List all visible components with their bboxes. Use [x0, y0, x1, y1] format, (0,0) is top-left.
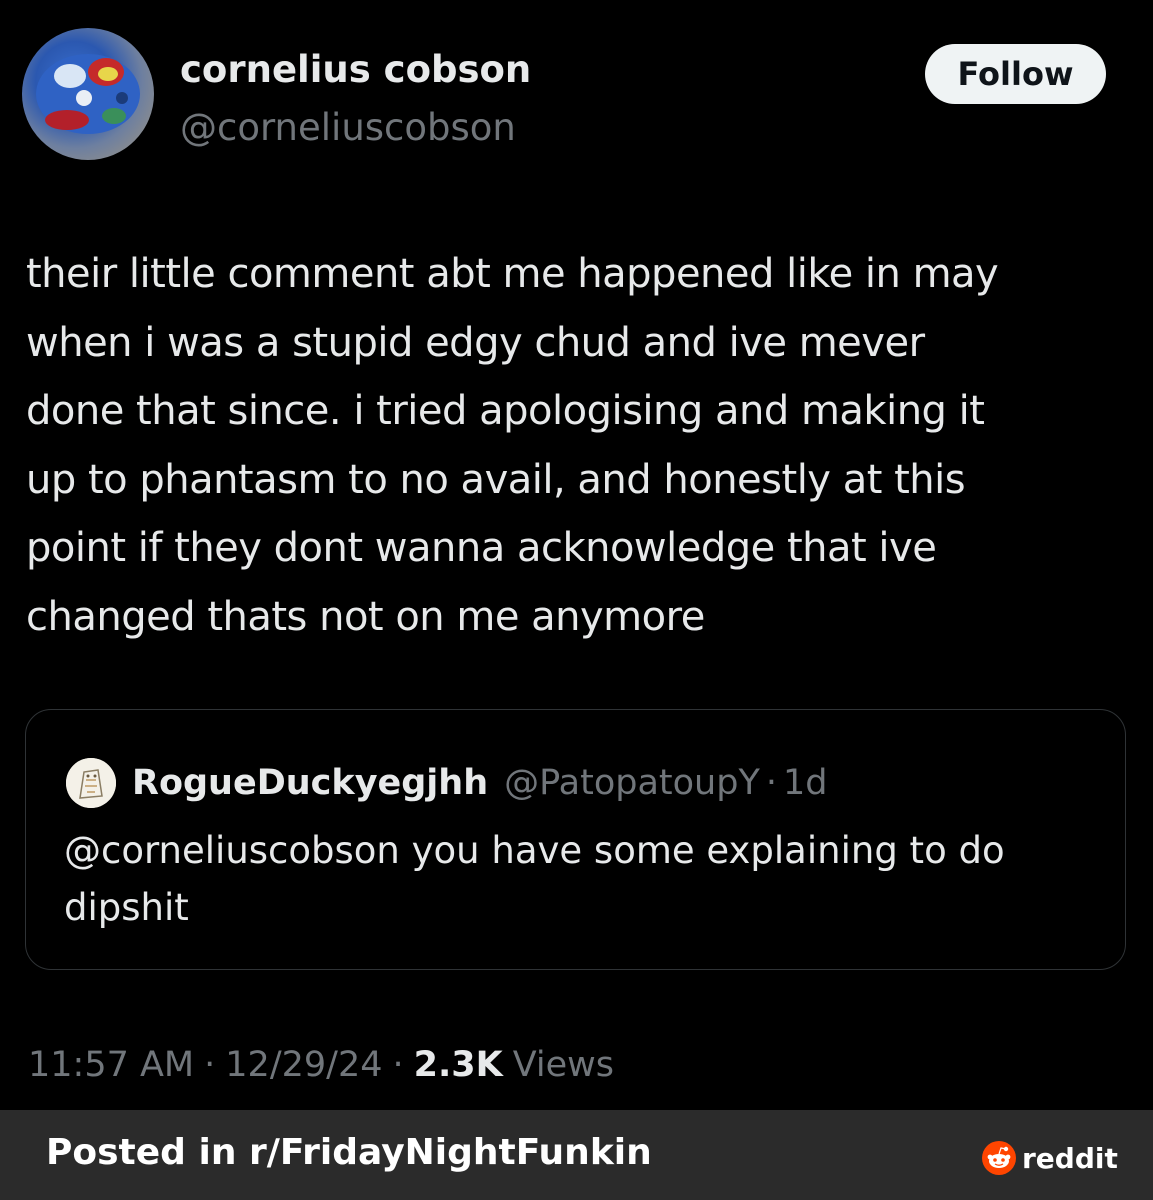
- quote-display-name[interactable]: RogueDuckyegjhh: [132, 763, 488, 803]
- tweet-date[interactable]: 12/29/24: [225, 1045, 382, 1085]
- tweet-card: cornelius cobson @corneliuscobson Follow…: [0, 0, 1153, 1110]
- tweet-meta: 11:57 AM · 12/29/24 · 2.3K Views: [28, 1040, 614, 1090]
- tweet-body-line: done that since. i tried apologising and…: [26, 388, 985, 434]
- reddit-wordmark: reddit: [1022, 1141, 1118, 1175]
- follow-button[interactable]: Follow: [925, 44, 1106, 104]
- quote-header: RogueDuckyegjhh @PatopatoupY · 1d: [132, 758, 827, 808]
- views-label: Views: [512, 1045, 615, 1085]
- tweet-body-line: when i was a stupid edgy chud and ive me…: [26, 319, 925, 366]
- quote-avatar-image: [66, 758, 116, 808]
- display-name[interactable]: cornelius cobson: [180, 48, 531, 91]
- quote-separator: ·: [765, 763, 777, 803]
- reddit-logo-icon: [982, 1141, 1016, 1175]
- avatar[interactable]: [22, 28, 154, 160]
- meta-separator: ·: [392, 1045, 404, 1085]
- tweet-body-line: changed thats not on me anymore: [26, 593, 705, 640]
- quote-handle[interactable]: @PatopatoupY: [504, 763, 760, 803]
- posted-in-label: Posted in r/FridayNightFunkin: [46, 1132, 652, 1173]
- reddit-footer-bar: Posted in r/FridayNightFunkin reddit: [0, 1110, 1153, 1200]
- quote-body: @corneliuscobson you have some explainin…: [64, 822, 1104, 936]
- tweet-body-line: up to phantasm to no avail, and honestly…: [26, 456, 966, 503]
- quote-body-line: dipshit: [64, 886, 189, 929]
- tweet-body: their little comment abt me happened lik…: [26, 240, 1126, 651]
- views-count: 2.3K: [413, 1045, 503, 1085]
- quote-timestamp[interactable]: 1d: [783, 763, 828, 803]
- user-handle[interactable]: @corneliuscobson: [180, 106, 516, 149]
- tweet-time[interactable]: 11:57 AM: [28, 1045, 194, 1085]
- quoted-tweet[interactable]: RogueDuckyegjhh @PatopatoupY · 1d @corne…: [25, 709, 1126, 970]
- quote-body-line: @corneliuscobson you have some explainin…: [64, 829, 1005, 872]
- tweet-body-line: point if they dont wanna acknowledge tha…: [26, 525, 937, 571]
- meta-separator: ·: [204, 1045, 216, 1085]
- quote-avatar[interactable]: [66, 758, 116, 808]
- reddit-logo: reddit: [982, 1138, 1118, 1178]
- tweet-body-line: their little comment abt me happened lik…: [26, 251, 999, 297]
- avatar-image: [36, 54, 140, 134]
